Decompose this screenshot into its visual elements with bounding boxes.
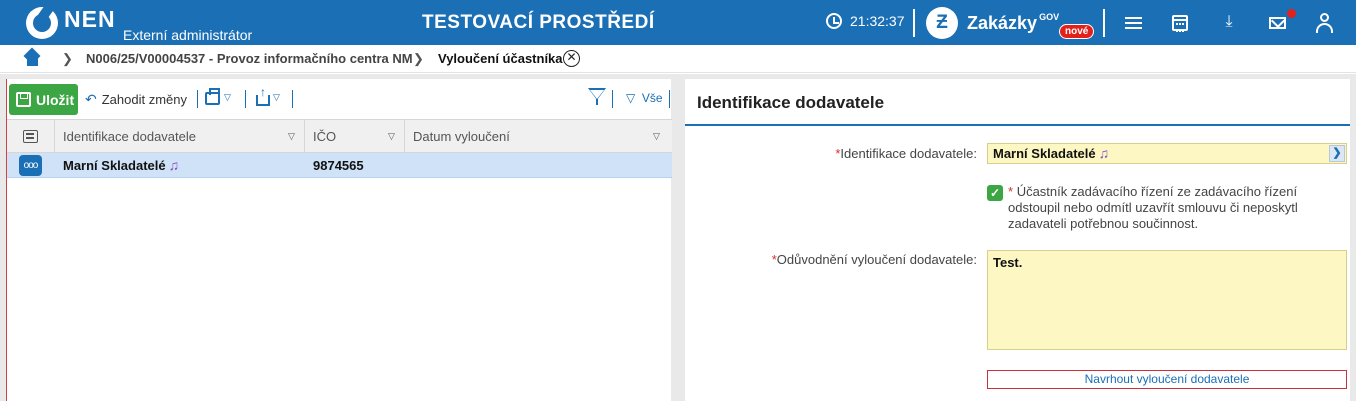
environment-title: TESTOVACÍ PROSTŘEDÍ [422, 12, 655, 33]
withdrawal-checkbox[interactable]: ✓ [987, 185, 1003, 201]
music-note-icon: ♫ [1098, 145, 1110, 161]
menu-icon[interactable] [1124, 14, 1144, 34]
toolbar-divider [197, 90, 198, 108]
save-button-label: Uložit [36, 91, 75, 108]
row-actions-icon[interactable]: ooo [19, 155, 42, 176]
column-header-exclusion-date[interactable]: Datum vyloučení [405, 120, 672, 153]
breadcrumb-item-contract[interactable]: N006/25/V00004537 - Provoz informačního … [86, 51, 413, 66]
filter-all-label: Vše [641, 91, 663, 105]
propose-exclusion-button[interactable]: Navrhout vyloučení dodavatele [987, 370, 1347, 389]
breadcrumb-current: Vyloučení účastníka [438, 51, 563, 66]
clock-icon [826, 13, 842, 29]
filter-icon-stem [596, 99, 598, 105]
cell-supplier: Marní Skladatelé ♫ [63, 153, 179, 178]
calendar-icon[interactable] [1172, 15, 1188, 32]
header-divider [1103, 9, 1105, 37]
chevron-right-icon[interactable]: ❯ [1329, 145, 1345, 162]
session-clock: 21:32:37 [826, 13, 905, 29]
filter-all-dropdown[interactable]: ▽ Vše [626, 91, 663, 105]
toolbar-divider [292, 90, 293, 108]
column-settings-icon [23, 130, 38, 143]
detail-panel: Identifikace dodavatele *Identifikace do… [685, 79, 1350, 401]
zakazky-logo-icon: Ƶ [926, 7, 958, 39]
zakazky-label: Zakázky GOV [967, 11, 1060, 34]
undo-icon: ↶ [85, 91, 97, 107]
supplier-lookup-field[interactable]: Marní Skladatelé ♫ ❯ [987, 143, 1347, 164]
sort-caret-icon[interactable]: ▽ [288, 120, 295, 153]
export-icon[interactable] [256, 85, 270, 106]
withdrawal-text: Účastník zadávacího řízení ze zadávacího… [1008, 184, 1298, 231]
save-icon [16, 92, 31, 107]
supplier-field-label: *Identifikace dodavatele: [835, 146, 977, 161]
form-title: Identifikace dodavatele [697, 93, 885, 112]
user-icon-body [1316, 23, 1333, 33]
export-dropdown-caret[interactable]: ▽ [273, 92, 280, 103]
supplier-grid: Identifikace dodavatele ▽ IČO ▽ Datum vy… [7, 119, 672, 178]
breadcrumb: ❯ N006/25/V00004537 - Provoz informačníh… [0, 45, 1356, 73]
grid-header: Identifikace dodavatele ▽ IČO ▽ Datum vy… [7, 119, 672, 153]
gov-superscript: GOV [1039, 11, 1060, 22]
required-marker: * [1008, 184, 1014, 199]
top-header: NEN Externí administrátor TESTOVACÍ PROS… [0, 0, 1356, 45]
print-icon[interactable] [205, 88, 220, 105]
home-icon[interactable] [24, 51, 42, 66]
discard-changes-button[interactable]: ↶ Zahodit změny [85, 91, 187, 108]
toolbar-divider [669, 90, 670, 108]
zakazky-text: Zakázky [967, 12, 1038, 33]
download-icon[interactable]: ⤓ [1219, 13, 1239, 33]
toolbar-divider [612, 90, 613, 108]
title-divider [685, 124, 1350, 126]
clock-time: 21:32:37 [850, 13, 905, 29]
user-icon[interactable] [1320, 13, 1329, 22]
nen-logo[interactable]: NEN [26, 7, 116, 39]
reason-label-text: Odůvodnění vyloučení dodavatele [776, 252, 974, 267]
cell-ico: 9874565 [313, 158, 364, 173]
new-badge: nové [1059, 24, 1095, 39]
supplier-label-text: Identifikace dodavatele [840, 146, 974, 161]
withdrawal-checkbox-label: * Účastník zadávacího řízení ze zadávací… [1008, 184, 1348, 232]
supplier-value: Marní Skladatelé [993, 146, 1096, 161]
print-dropdown-caret[interactable]: ▽ [224, 92, 231, 103]
cell-supplier-text: Marní Skladatelé [63, 158, 166, 173]
column-settings-cell[interactable] [7, 120, 55, 153]
unread-indicator [1287, 9, 1296, 18]
sort-caret-icon[interactable]: ▽ [653, 120, 660, 153]
music-note-icon: ♫ [168, 157, 180, 173]
sort-caret-icon[interactable]: ▽ [388, 120, 395, 153]
chevron-right-icon: ❯ [62, 51, 73, 66]
workspace: Uložit ↶ Zahodit změny ▽ ▽ ▽ Vše [0, 74, 1356, 401]
table-row[interactable]: ooo Marní Skladatelé ♫ 9874565 [7, 153, 672, 178]
toolbar-divider [245, 90, 246, 108]
discard-label: Zahodit změny [101, 92, 187, 107]
list-panel: Uložit ↶ Zahodit změny ▽ ▽ ▽ Vše [6, 79, 672, 401]
zakazky-gov-link[interactable]: Ƶ Zakázky GOV [926, 7, 1059, 39]
nen-logo-icon [26, 7, 58, 39]
header-divider [913, 9, 915, 37]
list-toolbar: Uložit ↶ Zahodit změny ▽ ▽ ▽ Vše [7, 79, 672, 119]
save-button[interactable]: Uložit [9, 84, 78, 115]
chevron-right-icon: ❯ [413, 51, 424, 66]
reason-textarea[interactable]: Test. [987, 250, 1347, 350]
reason-field-label: *Odůvodnění vyloučení dodavatele: [771, 252, 977, 267]
user-role: Externí administrátor [123, 27, 253, 43]
column-header-supplier[interactable]: Identifikace dodavatele [55, 120, 305, 153]
mail-icon[interactable] [1269, 17, 1286, 29]
close-tab-icon[interactable]: ✕ [563, 50, 580, 67]
logo-text: NEN [64, 6, 116, 32]
